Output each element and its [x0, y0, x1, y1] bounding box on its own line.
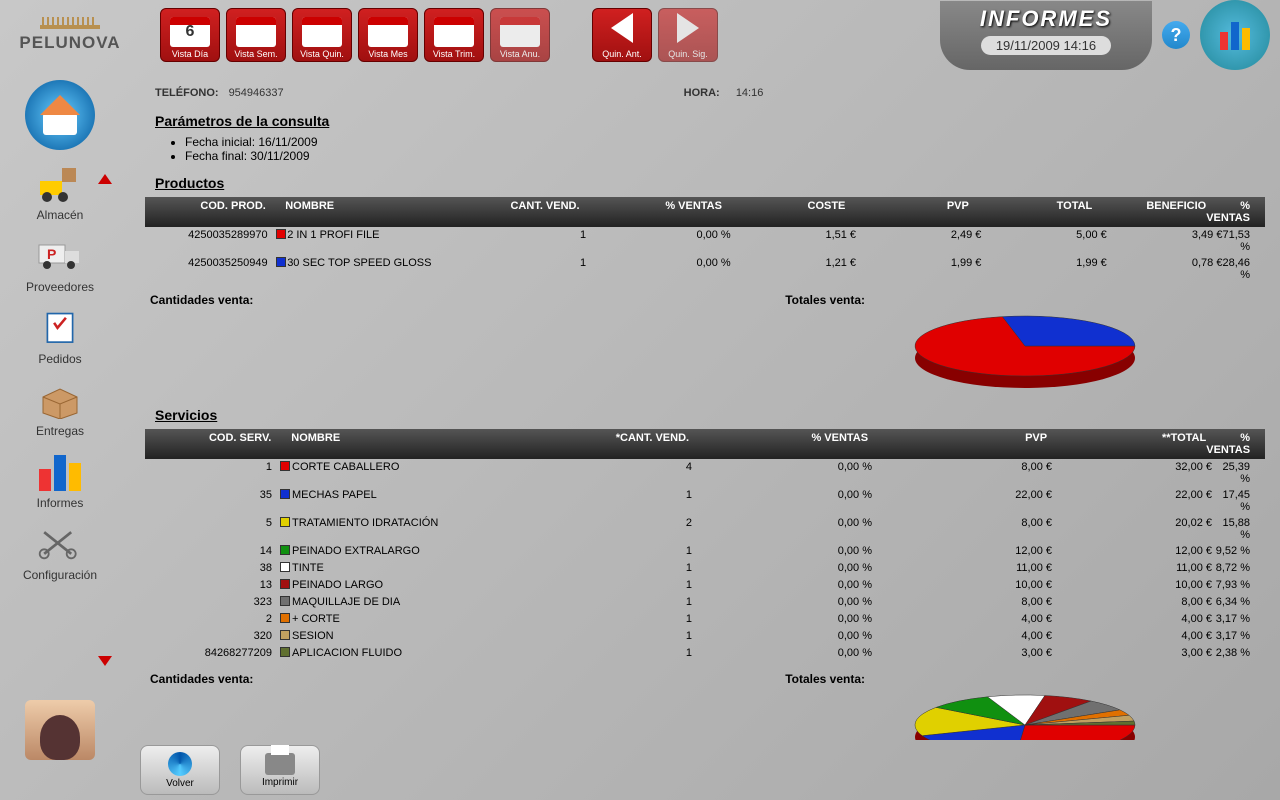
page-title: INFORMES — [980, 6, 1112, 32]
params-title: Parámetros de la consulta — [155, 113, 1265, 129]
param-end: Fecha final: 30/11/2009 — [185, 149, 1265, 163]
view-month-button[interactable]: Vista Mes — [358, 8, 418, 62]
comb-icon — [40, 17, 100, 31]
calendar-week-icon — [236, 17, 276, 47]
scissors-icon — [30, 518, 90, 568]
report-content[interactable]: TELÉFONO:954946337 HORA: 14:16 Parámetro… — [140, 80, 1270, 740]
sidebar-entregas[interactable]: Entregas — [30, 374, 90, 438]
user-avatar[interactable] — [25, 700, 95, 760]
header-title-box: INFORMES 19/11/2009 14:16 — [940, 1, 1152, 70]
sidebar-home[interactable] — [25, 80, 95, 150]
back-icon — [168, 752, 192, 776]
help-button[interactable]: ? — [1162, 21, 1190, 49]
calendar-quarter-icon — [434, 17, 474, 47]
table-row: 1CORTE CABALLERO40,00 %8,00 €32,00 €25,3… — [145, 459, 1265, 487]
table-row: 14PEINADO EXTRALARGO10,00 %12,00 €12,00 … — [145, 543, 1265, 560]
datetime-display: 19/11/2009 14:16 — [981, 36, 1111, 55]
table-row: 320SESION10,00 %4,00 €4,00 €3,17 % — [145, 628, 1265, 645]
home-icon — [35, 95, 85, 135]
svg-text:P: P — [47, 246, 56, 262]
arrow-right-icon — [677, 13, 699, 43]
sidebar-proveedores[interactable]: P Proveedores — [26, 230, 94, 294]
calendar-year-icon — [500, 17, 540, 47]
table-row: 5TRATAMIENTO IDRATACIÓN20,00 %8,00 €20,0… — [145, 515, 1265, 543]
arrow-left-icon — [611, 13, 633, 43]
sidebar-scroll-up[interactable] — [98, 174, 112, 184]
view-quarter-button[interactable]: Vista Trim. — [424, 8, 484, 62]
table-row: 323MAQUILLAJE DE DIA10,00 %8,00 €8,00 €6… — [145, 594, 1265, 611]
calendar-month-icon — [368, 17, 408, 47]
productos-pie-chart — [905, 312, 1145, 392]
back-button[interactable]: Volver — [140, 745, 220, 795]
print-button[interactable]: Imprimir — [240, 745, 320, 795]
productos-title: Productos — [155, 175, 1265, 191]
sidebar-pedidos[interactable]: Pedidos — [30, 302, 90, 366]
param-start: Fecha inicial: 16/11/2009 — [185, 135, 1265, 149]
next-period-button[interactable]: Quin. Sig. — [658, 8, 718, 62]
sidebar-scroll-down[interactable] — [98, 656, 112, 666]
table-row: 425003525094930 SEC TOP SPEED GLOSS10,00… — [145, 255, 1265, 283]
table-row: 38TINTE10,00 %11,00 €11,00 €8,72 % — [145, 560, 1265, 577]
serv-sub-right: Totales venta: — [785, 672, 865, 686]
view-week-button[interactable]: Vista Sem. — [226, 8, 286, 62]
prod-sub-left: Cantidades venta: — [150, 293, 253, 307]
prod-sub-right: Totales venta: — [785, 293, 865, 307]
sidebar-configuracion[interactable]: Configuración — [23, 518, 97, 582]
box-icon — [30, 374, 90, 424]
view-year-button[interactable]: Vista Anu. — [490, 8, 550, 62]
table-row: 42500352899702 IN 1 PROFI FILE10,00 %1,5… — [145, 227, 1265, 255]
table-row: 13PEINADO LARGO10,00 %10,00 €10,00 €7,93… — [145, 577, 1265, 594]
view-biweek-button[interactable]: Vista Quin. — [292, 8, 352, 62]
servicios-header: COD. SERV.NOMBRE*CANT. VEND.% VENTASPVP*… — [145, 429, 1265, 459]
view-day-button[interactable]: 6Vista Día — [160, 8, 220, 62]
servicios-title: Servicios — [155, 407, 1265, 423]
printer-icon — [265, 753, 295, 775]
module-icon — [1200, 0, 1270, 70]
productos-header: COD. PROD.NOMBRECANT. VEND.% VENTASCOSTE… — [145, 197, 1265, 227]
clipboard-icon — [30, 302, 90, 352]
table-row: 2+ CORTE10,00 %4,00 €4,00 €3,17 % — [145, 611, 1265, 628]
truck-icon: P — [30, 230, 90, 280]
serv-sub-left: Cantidades venta: — [150, 672, 253, 686]
calendar-biweek-icon — [302, 17, 342, 47]
sidebar-almacen[interactable]: Almacén — [30, 158, 90, 222]
prev-period-button[interactable]: Quin. Ant. — [592, 8, 652, 62]
servicios-pie-chart — [905, 691, 1145, 740]
sidebar-informes[interactable]: Informes — [30, 446, 90, 510]
table-row: 84268277209APLICACION FLUIDO10,00 %3,00 … — [145, 645, 1265, 662]
calendar-day-icon: 6 — [170, 17, 210, 47]
forklift-icon — [30, 158, 90, 208]
info-telefono: TELÉFONO:954946337 HORA: 14:16 — [145, 85, 1265, 101]
bar-chart-icon — [39, 451, 81, 491]
table-row: 35MECHAS PAPEL10,00 %22,00 €22,00 €17,45… — [145, 487, 1265, 515]
app-logo: PELUNOVA — [0, 5, 140, 65]
bar-chart-icon — [1220, 20, 1250, 50]
